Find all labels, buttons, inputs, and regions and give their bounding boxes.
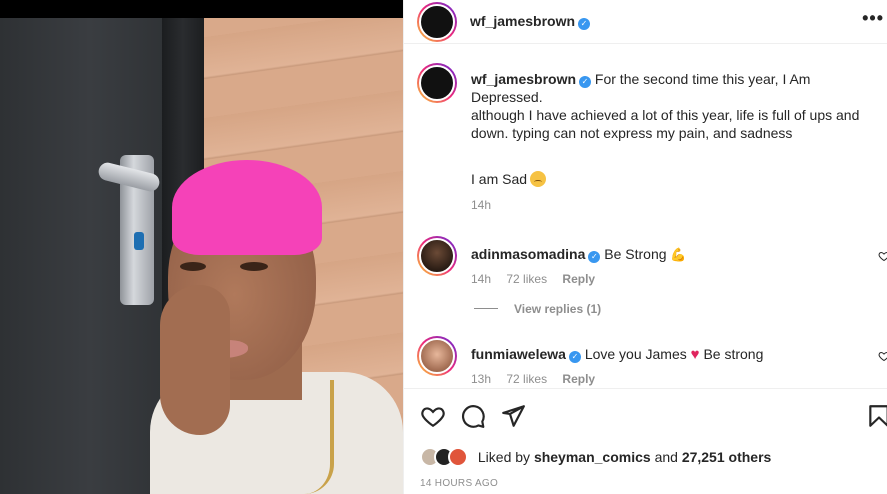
post-details-panel: wf_jamesbrown ✓ ••• wf_jamesbrown ✓ For th… — [403, 0, 887, 494]
image-top-bar — [0, 0, 403, 18]
liked-by-summary[interactable]: Liked by sheyman_comics and 27,251 other… — [420, 447, 771, 467]
view-replies-link[interactable]: View replies (1) — [474, 302, 601, 316]
commenter-username[interactable]: adinmasomadina — [471, 246, 585, 262]
post-timestamp[interactable]: 14 HOURS AGO — [420, 478, 498, 489]
caption-line-2: although I have achieved a lot of this y… — [471, 107, 860, 141]
comment-like-heart-icon[interactable] — [878, 350, 887, 362]
bookmark-icon[interactable] — [866, 403, 887, 429]
liked-by-user[interactable]: sheyman_comics — [534, 449, 651, 465]
commenter-avatar[interactable] — [417, 336, 457, 376]
view-replies-text[interactable]: View replies (1) — [514, 302, 601, 316]
heart-icon[interactable] — [420, 403, 446, 429]
reply-button[interactable]: Reply — [562, 372, 595, 386]
comment-time[interactable]: 14h — [471, 272, 491, 286]
sad-face-emoji-icon — [530, 171, 547, 187]
right-eye — [240, 262, 268, 271]
caption-timestamp[interactable]: 14h — [471, 196, 871, 214]
comment-text: Love you James — [584, 346, 687, 362]
gold-chain — [300, 380, 334, 494]
commenter-username[interactable]: funmiawelewa — [471, 346, 566, 362]
liked-by-and: and — [654, 449, 678, 465]
comment-likes[interactable]: 72 likes — [506, 372, 547, 386]
verified-badge-icon: ✓ — [579, 76, 592, 88]
verified-badge-icon: ✓ — [578, 18, 591, 30]
door-lock — [134, 232, 144, 250]
flexed-biceps-emoji-icon: 💪 — [670, 247, 687, 262]
post-image[interactable] — [0, 0, 403, 494]
comment-likes[interactable]: 72 likes — [506, 272, 547, 286]
liked-by-others[interactable]: 27,251 others — [682, 449, 772, 465]
comment-icon[interactable] — [460, 403, 486, 429]
replies-divider — [474, 308, 498, 309]
author-avatar[interactable] — [417, 2, 457, 42]
post-actions-section: Liked by sheyman_comics and 27,251 other… — [404, 388, 887, 494]
liker-avatar — [448, 447, 468, 467]
pink-hair — [172, 160, 322, 255]
verified-badge-icon: ✓ — [568, 351, 581, 363]
verified-badge-icon: ✓ — [588, 251, 601, 263]
comment-text: Be Strong — [604, 246, 667, 262]
left-eye — [180, 262, 206, 271]
author-username-text[interactable]: wf_jamesbrown — [470, 13, 575, 29]
post-header: wf_jamesbrown ✓ ••• — [404, 0, 887, 44]
commenter-avatar[interactable] — [417, 236, 457, 276]
hand-on-cheek — [160, 285, 230, 435]
more-options-icon[interactable]: ••• — [862, 8, 884, 29]
liked-by-prefix: Liked by — [477, 449, 531, 465]
comment-text-2: Be strong — [703, 346, 764, 362]
comment-time[interactable]: 13h — [471, 372, 491, 386]
reply-button[interactable]: Reply — [562, 272, 595, 286]
comment-like-heart-icon[interactable] — [878, 250, 887, 262]
caption-avatar[interactable] — [417, 63, 457, 103]
author-username[interactable]: wf_jamesbrown ✓ — [470, 13, 591, 30]
red-heart-emoji-icon: ♥ — [690, 346, 700, 363]
caption-line-3: I am Sad — [471, 171, 528, 187]
paper-plane-icon[interactable] — [500, 403, 526, 429]
caption-username[interactable]: wf_jamesbrown — [471, 71, 576, 87]
